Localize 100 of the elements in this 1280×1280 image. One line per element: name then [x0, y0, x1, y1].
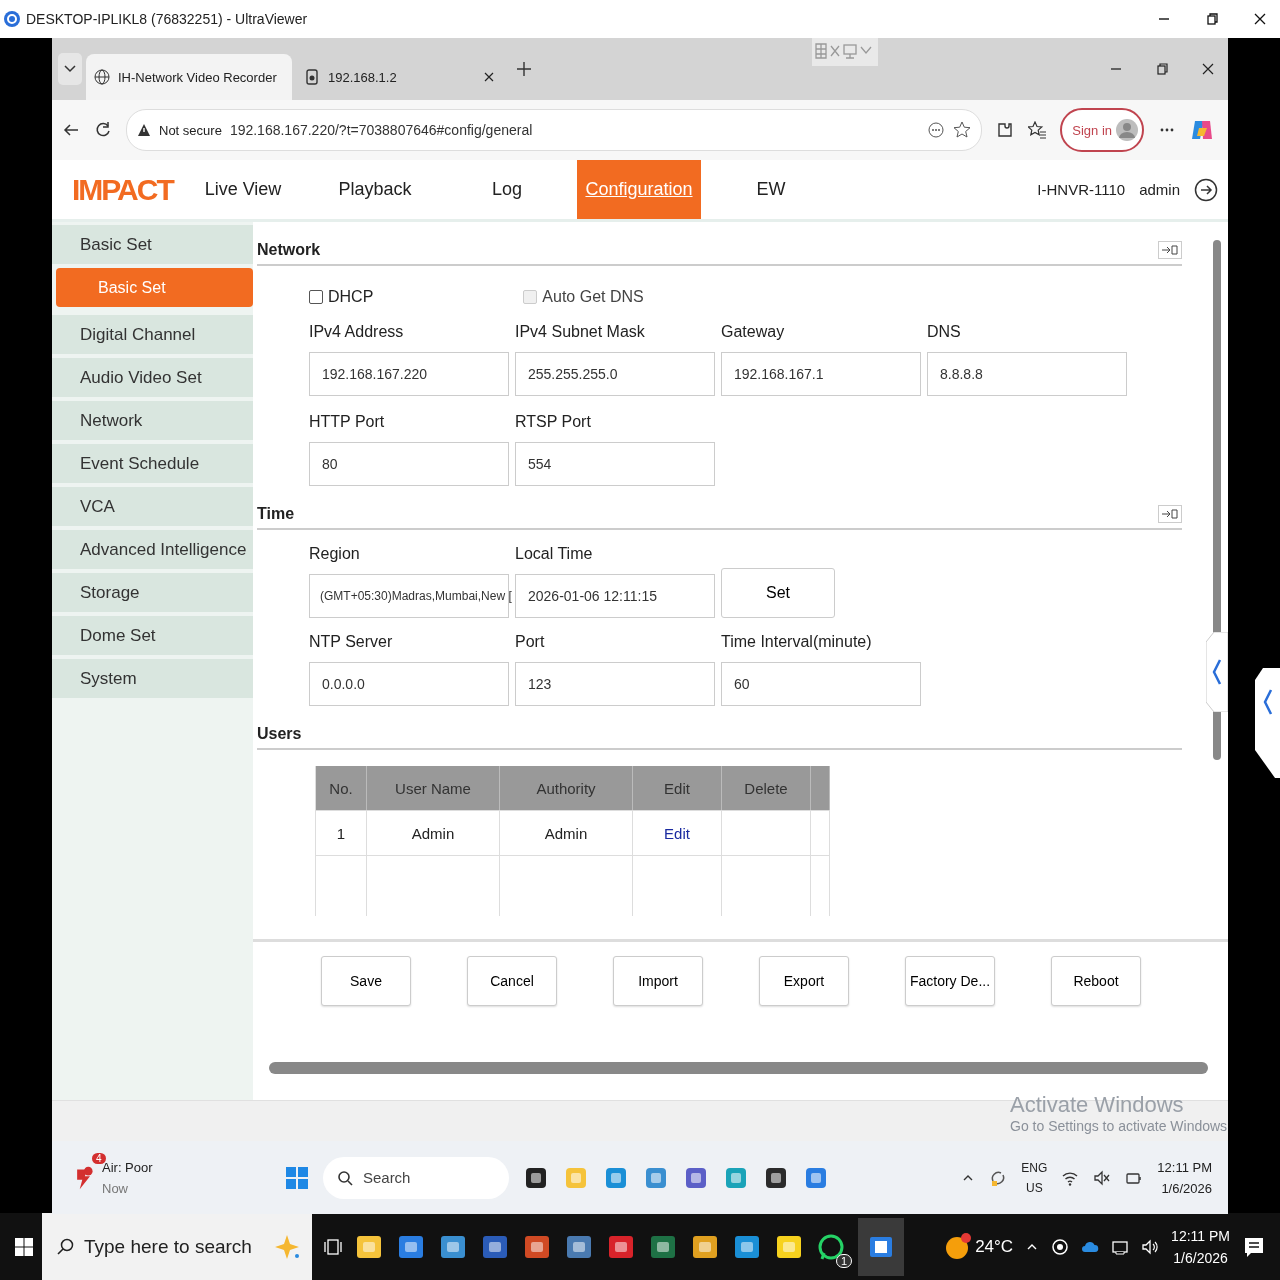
- action-button[interactable]: Export: [759, 956, 849, 1006]
- sidebar-item[interactable]: VCA: [52, 487, 253, 526]
- action-button[interactable]: Reboot: [1051, 956, 1141, 1006]
- clock-date[interactable]: 1/6/2026: [1173, 1249, 1228, 1266]
- table-cell: 1: [316, 811, 367, 855]
- input-field[interactable]: 123: [515, 662, 715, 706]
- speaker-muted-icon[interactable]: [1093, 1168, 1112, 1187]
- field-label: Port: [515, 632, 546, 652]
- weather-icon[interactable]: [943, 1231, 974, 1262]
- sidebar-item[interactable]: Storage: [52, 573, 253, 612]
- edit-link[interactable]: Edit: [664, 824, 690, 842]
- input-field[interactable]: 2026-01-06 12:11:15: [515, 574, 715, 618]
- temperature[interactable]: 24°C: [975, 1236, 1014, 1257]
- sidebar-item[interactable]: Audio Video Set: [52, 358, 253, 397]
- clock-date[interactable]: 1/6/2026: [1161, 1180, 1212, 1196]
- close-icon[interactable]: [1202, 63, 1214, 75]
- close-icon[interactable]: [484, 72, 494, 82]
- search-field[interactable]: Type here to search: [42, 1213, 312, 1280]
- region-indicator[interactable]: US: [1025, 1180, 1043, 1195]
- input-field[interactable]: 60: [721, 662, 921, 706]
- section-title: Time: [257, 505, 295, 523]
- input-field[interactable]: 80: [309, 442, 509, 486]
- field-label: Time Interval(minute): [721, 632, 873, 652]
- refresh-icon[interactable]: [94, 121, 112, 139]
- clock-time[interactable]: 12:11 PM: [1157, 1159, 1212, 1175]
- field-label: DNS: [927, 322, 962, 342]
- table-cell: Admin: [500, 811, 633, 855]
- more-options-icon[interactable]: [927, 121, 946, 139]
- browser-tab[interactable]: IH-Network Video Recorder: [86, 54, 292, 100]
- tab-list-icon[interactable]: [58, 53, 82, 85]
- field-label: Gateway: [721, 322, 786, 342]
- browser-tab[interactable]: 192.168.1.2: [296, 54, 502, 100]
- export-icon[interactable]: [1158, 505, 1182, 523]
- start-icon[interactable]: [14, 1236, 34, 1257]
- star-icon[interactable]: [953, 121, 972, 139]
- search-icon: [336, 1169, 353, 1186]
- table-cell: Admin: [367, 811, 500, 855]
- collapse-tab-icon[interactable]: [1255, 668, 1280, 778]
- input-field[interactable]: 554: [515, 442, 715, 486]
- sidebar-item[interactable]: System: [52, 659, 253, 698]
- input-field[interactable]: 255.255.255.0: [515, 352, 715, 396]
- sidebar-item[interactable]: Event Schedule: [52, 444, 253, 483]
- column-header: Delete: [722, 766, 811, 810]
- language-indicator[interactable]: ENG: [1021, 1160, 1048, 1175]
- input-field[interactable]: 0.0.0.0: [309, 662, 509, 706]
- device-name: I-HNVR-1110: [1037, 181, 1126, 198]
- speaker-icon[interactable]: [1141, 1237, 1160, 1256]
- favorites-icon[interactable]: [1028, 121, 1047, 139]
- action-button[interactable]: Factory De...: [905, 956, 995, 1006]
- restore-icon[interactable]: [1156, 63, 1168, 75]
- sidebar-item[interactable]: Dome Set: [52, 616, 253, 655]
- nav-tab[interactable]: EW: [709, 160, 833, 219]
- close-icon[interactable]: [1254, 13, 1266, 25]
- action-button[interactable]: Import: [613, 956, 703, 1006]
- field-label: NTP Server: [309, 632, 394, 652]
- sidebar-item[interactable]: Digital Channel: [52, 315, 253, 354]
- field-label: IPv4 Address: [309, 322, 405, 342]
- globe-icon: [94, 69, 110, 85]
- sidebar-item[interactable]: Basic Set: [52, 225, 253, 264]
- input-field[interactable]: 8.8.8.8: [927, 352, 1127, 396]
- app-logo-icon: [4, 11, 20, 27]
- address-field[interactable]: Not secure 192.168.167.220/?t=7038807646#config/general: [126, 109, 983, 151]
- search-field[interactable]: Search: [322, 1156, 509, 1199]
- column-header: No.: [316, 766, 367, 810]
- restore-icon[interactable]: [1206, 13, 1218, 25]
- input-field[interactable]: 192.168.167.1: [721, 352, 921, 396]
- set-button[interactable]: Set: [721, 568, 835, 618]
- field-label: HTTP Port: [309, 412, 386, 432]
- record-icon[interactable]: [1051, 1237, 1070, 1256]
- search-icon: [56, 1237, 74, 1256]
- action-button[interactable]: Save: [321, 956, 411, 1006]
- window-title: DESKTOP-IPLIKL8 (76832251) - UltraViewer: [26, 11, 308, 27]
- new-tab-icon[interactable]: [516, 61, 532, 77]
- section-title: Users: [257, 725, 302, 743]
- logout-icon[interactable]: [1194, 177, 1218, 202]
- sign-in-button[interactable]: Sign in: [1060, 108, 1144, 152]
- notification-badge: 1: [835, 1253, 852, 1268]
- activation-title: Activate Windows: [1010, 1092, 1185, 1118]
- field-label: Local Time: [515, 544, 594, 564]
- sidebar-item[interactable]: Advanced Intelligence: [52, 530, 253, 569]
- nav-tab[interactable]: Log: [445, 160, 569, 219]
- activation-message: Go to Settings to activate Windows: [1010, 1118, 1228, 1134]
- input-field[interactable]: 192.168.167.220: [309, 352, 509, 396]
- sidebar-item[interactable]: Network: [52, 401, 253, 440]
- task-view-icon[interactable]: [324, 1237, 342, 1256]
- start-icon[interactable]: [284, 1165, 309, 1190]
- field-label: Region: [309, 544, 361, 564]
- clock-time[interactable]: 12:11 PM: [1171, 1227, 1230, 1244]
- action-button[interactable]: Cancel: [467, 956, 557, 1006]
- weather-time: Now: [102, 1180, 129, 1196]
- checkbox[interactable]: DHCP: [309, 288, 374, 306]
- extension-icon[interactable]: [996, 121, 1015, 139]
- warning-icon: [137, 123, 151, 137]
- export-icon[interactable]: [1158, 241, 1182, 259]
- copilot-icon[interactable]: [1190, 118, 1214, 142]
- user-name: admin: [1139, 181, 1180, 198]
- nav-tab[interactable]: Playback: [313, 160, 437, 219]
- nav-tab[interactable]: Live View: [181, 160, 305, 219]
- column-header: User Name: [367, 766, 500, 810]
- horizontal-scrollbar[interactable]: [269, 1062, 1208, 1074]
